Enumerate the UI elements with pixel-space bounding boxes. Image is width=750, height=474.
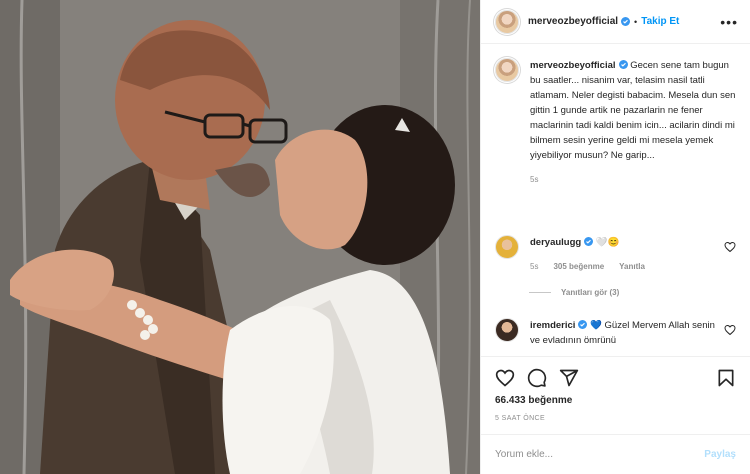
replies-divider xyxy=(529,292,551,293)
commenter-avatar[interactable] xyxy=(495,318,519,342)
comment-row: iremderici 💙 Güzel Mervem Allah senin ve… xyxy=(495,318,736,348)
comment-username[interactable]: deryaulugg xyxy=(530,237,581,248)
view-replies-label: Yanıtları gör (3) xyxy=(561,288,620,297)
comments-list[interactable]: merveozbeyofficial Gecen sene tam bugun … xyxy=(481,44,750,356)
bookmark-icon[interactable] xyxy=(716,368,736,388)
author-avatar[interactable] xyxy=(495,9,519,34)
post-comment-button[interactable]: Paylaş xyxy=(704,449,736,460)
commenter-avatar[interactable] xyxy=(495,235,519,259)
photo-illustration xyxy=(0,0,480,474)
add-comment-bar: Paylaş xyxy=(481,434,750,474)
action-icons xyxy=(495,367,736,389)
follow-button[interactable]: Takip Et xyxy=(641,16,679,27)
caption-body: merveozbeyofficial Gecen sene tam bugun … xyxy=(530,58,736,187)
comment-like-icon[interactable] xyxy=(724,324,736,336)
post-time: 5 SAAT ÖNCE xyxy=(495,415,546,422)
comment-body: iremderici 💙 Güzel Mervem Allah senin ve… xyxy=(530,318,724,348)
author-username[interactable]: merveozbeyofficial xyxy=(528,16,618,27)
comment-meta: 5s 305 beğenme Yanıtla xyxy=(530,259,645,274)
caption-age: 5s xyxy=(530,175,539,184)
comment-input[interactable] xyxy=(495,449,705,460)
caption-meta: 5s xyxy=(530,172,736,187)
post-header: merveozbeyofficial • Takip Et ••• xyxy=(481,0,750,44)
verified-badge-icon xyxy=(621,17,631,26)
comment-body: deryaulugg 🤍😊 5s 305 beğenme Yanıtla xyxy=(530,235,645,274)
share-icon[interactable] xyxy=(559,368,579,388)
verified-badge-icon xyxy=(618,60,628,69)
caption-username[interactable]: merveozbeyofficial xyxy=(530,60,616,71)
caption-text: Gecen sene tam bugun bu saatler... nisan… xyxy=(530,60,736,161)
caption-avatar[interactable] xyxy=(495,58,519,82)
more-icon[interactable]: ••• xyxy=(720,15,738,29)
post-actions: 66.433 beğenme 5 SAAT ÖNCE xyxy=(481,356,750,434)
comment-username[interactable]: iremderici xyxy=(530,320,575,331)
header-separator: • xyxy=(634,16,638,27)
comment-text: 🤍😊 xyxy=(595,237,620,248)
comment-row: deryaulugg 🤍😊 5s 305 beğenme Yanıtla xyxy=(495,235,736,274)
comment-age: 5s xyxy=(530,262,539,271)
caption-row: merveozbeyofficial Gecen sene tam bugun … xyxy=(495,58,736,223)
post-photo[interactable] xyxy=(0,0,480,474)
verified-badge-icon xyxy=(584,237,594,246)
reply-button[interactable]: Yanıtla xyxy=(619,259,645,274)
comment-like-icon[interactable] xyxy=(724,241,736,253)
view-replies-button[interactable]: Yanıtları gör (3) xyxy=(529,288,736,297)
verified-badge-icon xyxy=(578,320,588,329)
heart-icon[interactable] xyxy=(495,368,515,388)
likes-count[interactable]: 66.433 beğenme xyxy=(495,395,736,406)
comment-likes[interactable]: 305 beğenme xyxy=(553,259,604,274)
comment-icon[interactable] xyxy=(527,368,547,388)
post-side-panel: merveozbeyofficial • Takip Et ••• merveo… xyxy=(480,0,750,474)
